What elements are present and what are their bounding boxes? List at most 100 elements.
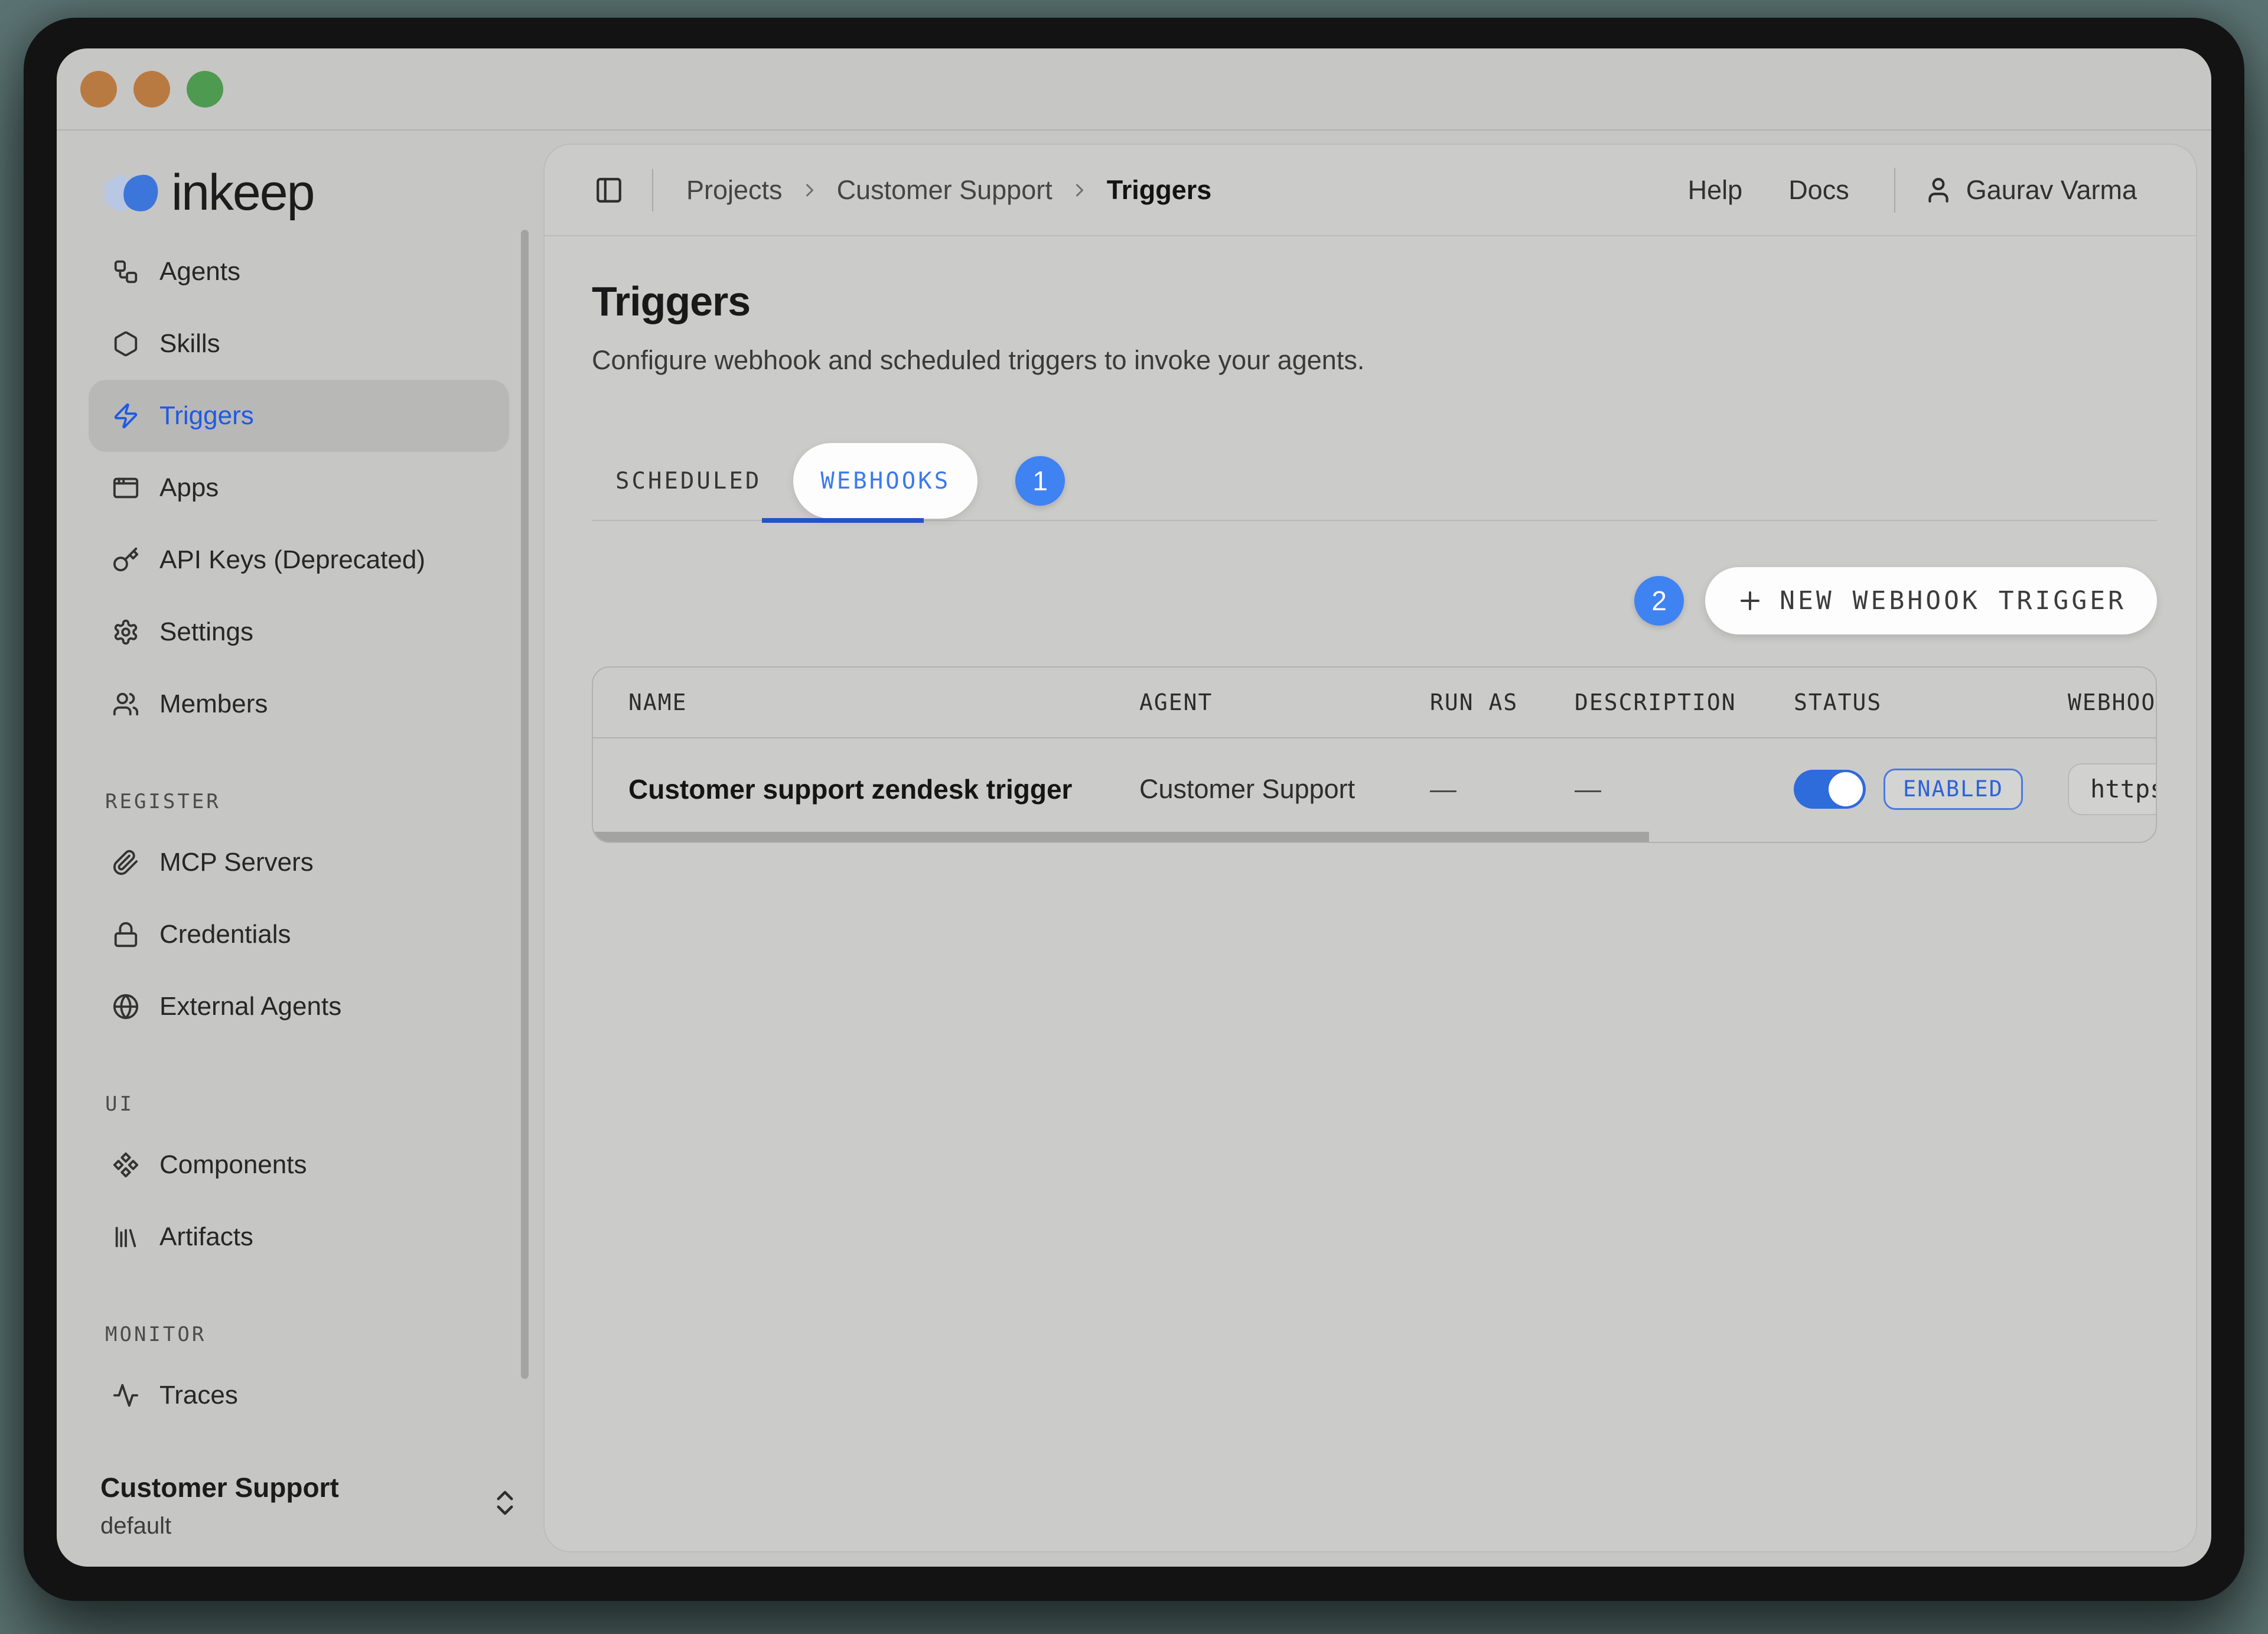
zap-icon	[112, 402, 139, 429]
column-header-description: DESCRIPTION	[1575, 689, 1794, 715]
sidebar-item-artifacts[interactable]: Artifacts	[89, 1201, 509, 1273]
breadcrumb-projects[interactable]: Projects	[686, 175, 783, 206]
column-header-webhook-url: WEBHOOK URL	[2068, 689, 2157, 715]
topbar: Projects Customer Support Triggers Help …	[545, 145, 2196, 236]
sidebar-item-triggers[interactable]: Triggers	[89, 380, 509, 452]
actions-row: 2 NEW WEBHOOK TRIGGER	[592, 567, 2157, 634]
trigger-agent: Customer Support	[1139, 774, 1430, 805]
page-description: Configure webhook and scheduled triggers…	[592, 345, 2157, 376]
sidebar-item-label: External Agents	[159, 992, 341, 1021]
webhook-url-chip[interactable]: https	[2068, 763, 2157, 815]
activity-icon	[112, 1382, 139, 1409]
sidebar-item-credentials[interactable]: Credentials	[89, 899, 509, 971]
key-icon	[112, 546, 139, 574]
minimize-button[interactable]	[133, 71, 170, 108]
trigger-name: Customer support zendesk trigger	[593, 773, 1139, 805]
table-row[interactable]: Customer support zendesk trigger Custome…	[593, 738, 2156, 839]
sidebar-item-traces[interactable]: Traces	[89, 1359, 509, 1431]
topbar-divider	[652, 169, 653, 211]
sidebar-item-components[interactable]: Components	[89, 1129, 509, 1201]
sidebar-item-label: Apps	[159, 473, 219, 503]
sidebar-item-label: API Keys (Deprecated)	[159, 545, 425, 575]
sidebar-item-label: Credentials	[159, 920, 291, 949]
trigger-webhook-cell: https	[2068, 763, 2157, 815]
app-window-icon	[112, 474, 139, 502]
gear-icon	[112, 619, 139, 646]
logo-wordmark: inkeep	[171, 164, 314, 222]
users-icon	[112, 691, 139, 718]
sidebar-item-api-keys[interactable]: API Keys (Deprecated)	[89, 524, 509, 596]
titlebar	[57, 48, 2211, 131]
trigger-description: —	[1575, 774, 1794, 805]
page-content: Triggers Configure webhook and scheduled…	[545, 278, 2196, 843]
sidebar-item-label: Components	[159, 1150, 307, 1180]
app-screen: inkeep Agents Skills Triggers	[57, 48, 2211, 1567]
toggle-knob	[1829, 772, 1863, 806]
chevrons-up-down-icon	[489, 1487, 521, 1519]
main-panel: Projects Customer Support Triggers Help …	[543, 144, 2197, 1552]
breadcrumb-project[interactable]: Customer Support	[837, 175, 1052, 206]
sidebar: inkeep Agents Skills Triggers	[57, 131, 543, 1567]
new-webhook-trigger-button[interactable]: NEW WEBHOOK TRIGGER	[1705, 567, 2157, 634]
new-webhook-trigger-label: NEW WEBHOOK TRIGGER	[1780, 586, 2126, 616]
component-icon	[112, 1151, 139, 1179]
status-toggle[interactable]	[1794, 770, 1866, 809]
project-environment: default	[100, 1513, 523, 1539]
sidebar-item-label: Triggers	[159, 401, 254, 431]
close-button[interactable]	[80, 71, 117, 108]
hexagon-icon	[112, 330, 139, 357]
sidebar-nav: Agents Skills Triggers Apps	[89, 236, 509, 1431]
breadcrumb-current: Triggers	[1107, 175, 1212, 206]
user-menu[interactable]: Gaurav Varma	[1924, 175, 2137, 206]
sidebar-section-register: REGISTER	[105, 790, 509, 813]
trigger-run-as: —	[1430, 774, 1575, 805]
workflow-icon	[112, 258, 139, 285]
plus-icon	[1736, 587, 1764, 615]
column-header-status: STATUS	[1794, 689, 2068, 715]
column-header-name: NAME	[593, 689, 1139, 715]
tab-scheduled[interactable]: SCHEDULED	[615, 468, 761, 494]
lock-icon	[112, 921, 139, 948]
sidebar-item-label: Members	[159, 689, 268, 719]
sidebar-item-label: Artifacts	[159, 1222, 253, 1252]
sidebar-item-settings[interactable]: Settings	[89, 596, 509, 668]
sidebar-toggle-button[interactable]	[594, 175, 624, 205]
project-switcher[interactable]: Customer Support default	[100, 1472, 523, 1539]
triggers-table: NAME AGENT RUN AS DESCRIPTION STATUS WEB…	[592, 666, 2157, 843]
inkeep-logo-icon	[100, 173, 163, 213]
library-icon	[112, 1223, 139, 1251]
sidebar-item-label: Settings	[159, 617, 253, 647]
sidebar-item-agents[interactable]: Agents	[89, 236, 509, 308]
sidebar-item-members[interactable]: Members	[89, 668, 509, 740]
status-badge: ENABLED	[1884, 769, 2023, 810]
tab-webhooks[interactable]: WEBHOOKS	[793, 443, 977, 519]
tab-bar: SCHEDULED WEBHOOKS 1	[592, 442, 2157, 521]
trigger-status-cell: ENABLED	[1794, 769, 2068, 810]
project-name: Customer Support	[100, 1472, 523, 1503]
app-window: inkeep Agents Skills Triggers	[24, 18, 2244, 1601]
table-horizontal-scrollbar[interactable]	[593, 832, 1649, 842]
docs-link[interactable]: Docs	[1788, 175, 1849, 206]
sidebar-item-label: Agents	[159, 257, 240, 287]
logo: inkeep	[100, 164, 314, 222]
help-link[interactable]: Help	[1688, 175, 1743, 206]
sidebar-item-external-agents[interactable]: External Agents	[89, 971, 509, 1043]
active-tab-indicator	[762, 518, 924, 523]
sidebar-item-mcp-servers[interactable]: MCP Servers	[89, 826, 509, 899]
chevron-right-icon	[1069, 180, 1090, 201]
globe-icon	[112, 993, 139, 1020]
panel-left-icon	[594, 175, 624, 205]
sidebar-item-label: MCP Servers	[159, 848, 314, 877]
sidebar-item-label: Skills	[159, 329, 220, 359]
annotation-badge-2: 2	[1634, 576, 1684, 626]
sidebar-section-ui: UI	[105, 1092, 509, 1116]
sidebar-section-monitor: MONITOR	[105, 1323, 509, 1346]
sidebar-item-label: Traces	[159, 1381, 238, 1410]
zoom-button[interactable]	[187, 71, 223, 108]
app-body: inkeep Agents Skills Triggers	[57, 131, 2211, 1567]
sidebar-item-skills[interactable]: Skills	[89, 308, 509, 380]
breadcrumb: Projects Customer Support Triggers	[686, 175, 1211, 206]
sidebar-item-apps[interactable]: Apps	[89, 452, 509, 524]
table-header-row: NAME AGENT RUN AS DESCRIPTION STATUS WEB…	[593, 668, 2156, 738]
sidebar-scrollbar[interactable]	[521, 230, 529, 1379]
